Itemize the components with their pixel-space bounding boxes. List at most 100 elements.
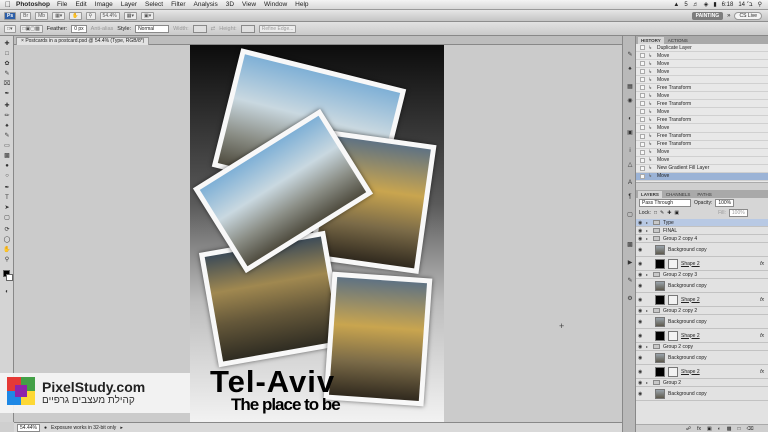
- pen-tool-icon[interactable]: ✒: [2, 184, 12, 192]
- opacity-input[interactable]: 100%: [715, 199, 735, 207]
- visibility-eye-icon[interactable]: ◉: [638, 297, 643, 303]
- blend-mode-select[interactable]: Pass Through: [639, 199, 691, 207]
- postcard-photo[interactable]: [323, 271, 433, 407]
- healing-brush-tool-icon[interactable]: ✚: [2, 102, 12, 110]
- background-color-swatch[interactable]: [6, 274, 13, 281]
- visibility-eye-icon[interactable]: ◉: [638, 333, 643, 339]
- vector-mask-thumbnail[interactable]: [668, 366, 678, 377]
- status-zoom[interactable]: 54.44%: [17, 423, 40, 432]
- history-source-checkbox[interactable]: [640, 173, 645, 179]
- expand-arrow-icon[interactable]: ▸: [646, 380, 650, 385]
- swatches-panel-icon[interactable]: ▦: [626, 84, 634, 91]
- history-source-checkbox[interactable]: [640, 109, 645, 115]
- layer-row[interactable]: ◉ Shape 2 fx: [636, 329, 768, 343]
- history-item[interactable]: ↳ Move: [636, 68, 768, 77]
- path-select-tool-icon[interactable]: ➤: [2, 204, 12, 212]
- layer-row[interactable]: ◉ Background copy: [636, 387, 768, 401]
- notes-panel-icon[interactable]: ✎: [626, 278, 634, 285]
- history-source-checkbox[interactable]: [640, 85, 645, 91]
- masks-panel-icon[interactable]: ▣: [626, 130, 634, 137]
- navigator-panel-icon[interactable]: △: [626, 162, 634, 169]
- notification-count[interactable]: 5: [684, 2, 687, 8]
- history-item[interactable]: ↳ New Gradient Fill Layer: [636, 165, 768, 173]
- layer-comps-icon[interactable]: ▩: [626, 242, 634, 249]
- visibility-eye-icon[interactable]: ◉: [638, 247, 643, 253]
- layer-group-row[interactable]: ◉ ▸ Group 2 copy: [636, 343, 768, 351]
- visibility-eye-icon[interactable]: ◉: [638, 308, 643, 314]
- visibility-eye-icon[interactable]: ◉: [638, 283, 643, 289]
- brush-tool-icon[interactable]: ✏: [2, 112, 12, 120]
- add-style-icon[interactable]: fx: [697, 426, 701, 432]
- history-source-checkbox[interactable]: [640, 61, 645, 67]
- marquee-tool-icon[interactable]: □: [2, 50, 12, 58]
- date[interactable]: 14 ב׳: [738, 2, 752, 8]
- quick-select-tool-icon[interactable]: ✎: [2, 70, 12, 78]
- layer-row[interactable]: ◉ Background copy: [636, 351, 768, 365]
- bridge-icon[interactable]: Br: [20, 11, 32, 20]
- tab-channels[interactable]: CHANNELS: [663, 191, 694, 198]
- history-source-checkbox[interactable]: [640, 93, 645, 99]
- status-info-icon[interactable]: ●: [44, 425, 47, 431]
- history-item[interactable]: ↳ Move: [636, 92, 768, 101]
- menu-app-name[interactable]: Photoshop: [16, 1, 50, 8]
- styles-panel-icon[interactable]: ◉: [626, 98, 634, 105]
- swap-icon[interactable]: ⇄: [211, 26, 216, 32]
- history-source-checkbox[interactable]: [640, 45, 645, 51]
- menu-file[interactable]: File: [57, 1, 67, 8]
- menu-3d[interactable]: 3D: [226, 1, 234, 8]
- extras-dropdown[interactable]: ▦▾: [52, 11, 66, 20]
- history-item[interactable]: ↳ Free Transform: [636, 133, 768, 141]
- menu-layer[interactable]: Layer: [121, 1, 137, 8]
- layer-row[interactable]: ◉ Background copy: [636, 243, 768, 257]
- workspace-more-icon[interactable]: »: [727, 13, 730, 19]
- adobe-icon[interactable]: ▲: [673, 2, 679, 8]
- arrange-docs-icon[interactable]: ▦▾: [123, 11, 137, 20]
- layer-effects-icon[interactable]: fx: [760, 333, 764, 339]
- layer-group-row[interactable]: ◉ ▸ Group 2 copy 3: [636, 271, 768, 279]
- menu-edit[interactable]: Edit: [75, 1, 86, 8]
- lasso-tool-icon[interactable]: ✿: [2, 60, 12, 68]
- hand-tool-icon[interactable]: ✋: [69, 11, 82, 20]
- history-source-checkbox[interactable]: [640, 125, 645, 131]
- lock-transparency-icon[interactable]: □: [654, 210, 657, 216]
- visibility-eye-icon[interactable]: ◉: [638, 236, 643, 242]
- screen-mode-icon[interactable]: ▣▾: [140, 11, 155, 20]
- vector-mask-thumbnail[interactable]: [668, 294, 678, 305]
- history-item[interactable]: ↳ Free Transform: [636, 141, 768, 149]
- history-source-checkbox[interactable]: [640, 53, 645, 59]
- history-item[interactable]: ↳ Move: [636, 124, 768, 133]
- history-source-checkbox[interactable]: [640, 165, 645, 171]
- history-item[interactable]: ↳ Duplicate Layer: [636, 44, 768, 53]
- adjustments-panel-icon[interactable]: ◐: [626, 116, 634, 123]
- history-brush-tool-icon[interactable]: ✎: [2, 132, 12, 140]
- shape-tool-icon[interactable]: ▢: [2, 214, 12, 222]
- expand-arrow-icon[interactable]: ▸: [646, 236, 650, 241]
- wifi-icon[interactable]: ◈: [704, 1, 709, 8]
- width-input[interactable]: [192, 24, 207, 33]
- history-item[interactable]: ↳ Free Transform: [636, 100, 768, 109]
- type-tool-icon[interactable]: T: [2, 194, 12, 202]
- lock-pixels-icon[interactable]: ✎: [660, 210, 664, 216]
- visibility-eye-icon[interactable]: ◉: [638, 391, 643, 397]
- dodge-tool-icon[interactable]: ○: [2, 172, 12, 180]
- refine-edge-button[interactable]: Refine Edge...: [258, 24, 297, 33]
- visibility-eye-icon[interactable]: ◉: [638, 319, 643, 325]
- cs-live-button[interactable]: CS Live: [734, 11, 762, 20]
- status-arrow-icon[interactable]: ▸: [120, 425, 123, 431]
- new-group-icon[interactable]: ▩: [727, 426, 732, 432]
- tab-layers[interactable]: LAYERS: [638, 191, 662, 198]
- minibridge-icon[interactable]: Mb: [35, 11, 49, 20]
- tab-actions[interactable]: ACTIONS: [665, 37, 691, 44]
- layer-effects-icon[interactable]: fx: [760, 261, 764, 267]
- adjustment-layer-icon[interactable]: ◐: [718, 426, 721, 432]
- history-item[interactable]: ↳ Move: [636, 60, 768, 69]
- clone-stamp-tool-icon[interactable]: ♠: [2, 122, 12, 130]
- gradient-tool-icon[interactable]: ▩: [2, 152, 12, 160]
- brush-panel-icon[interactable]: ✎: [626, 52, 634, 59]
- 3d-rotate-tool-icon[interactable]: ⟳: [2, 226, 12, 234]
- marquee-preset-icon[interactable]: □▾: [4, 24, 16, 33]
- history-source-checkbox[interactable]: [640, 141, 645, 147]
- layer-group-row[interactable]: ◉ ▸ FINAL: [636, 227, 768, 235]
- layer-row[interactable]: ◉ Shape 2 fx: [636, 257, 768, 271]
- layer-effects-icon[interactable]: fx: [760, 369, 764, 375]
